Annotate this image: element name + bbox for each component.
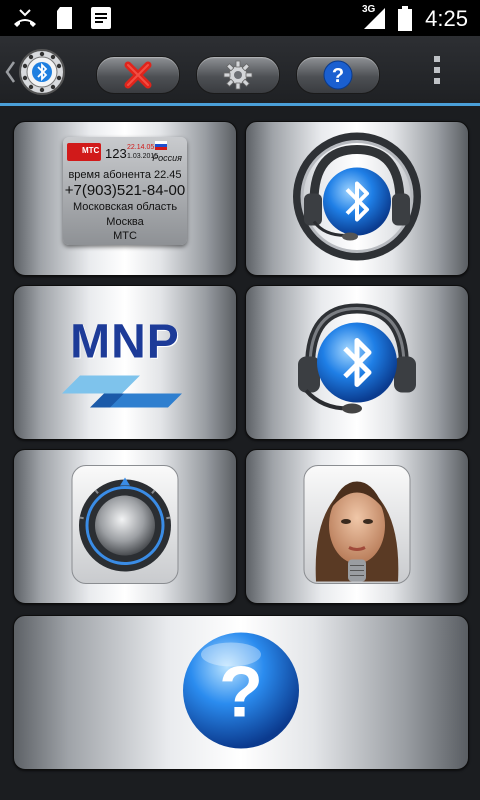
operator-info-tile[interactable]: МТС 123 22.14.05 1.03.2015 Россия время … — [13, 121, 237, 276]
headset-tile[interactable] — [245, 285, 469, 440]
russia-flag-icon — [155, 140, 167, 150]
volume-knob-icon — [71, 464, 179, 584]
status-bar: 3G 4:25 — [0, 0, 480, 36]
knob-tile[interactable] — [13, 449, 237, 604]
clock: 4:25 — [425, 6, 468, 31]
voice-assistant-face-icon — [303, 464, 411, 584]
short-number: 123 — [105, 145, 127, 161]
operator-label: МТС — [82, 145, 100, 155]
missed-call-icon — [14, 9, 36, 27]
bluetooth-headset-steering-icon — [293, 132, 421, 260]
svg-text:?: ? — [219, 652, 263, 732]
help-button[interactable]: ? — [296, 56, 380, 94]
back-chevron-icon — [5, 61, 16, 83]
gear-icon — [223, 60, 253, 90]
country-label: Россия — [152, 152, 182, 163]
settings-button[interactable] — [196, 56, 280, 94]
headset-ring-tile[interactable] — [245, 121, 469, 276]
operator-card: МТС 123 22.14.05 1.03.2015 Россия время … — [63, 136, 187, 245]
action-bar: ? — [0, 36, 480, 106]
close-icon — [124, 61, 152, 89]
help-sphere-icon: ? — [183, 632, 299, 748]
mnp-tile[interactable]: MNP — [13, 285, 237, 440]
signal-icon — [364, 8, 385, 29]
mnp-stripes-icon — [62, 375, 182, 407]
notes-icon — [91, 7, 111, 29]
battery-icon — [398, 6, 412, 31]
phone-number: +7(903)521-84-00 — [64, 181, 186, 199]
bluetooth-rotary-phone-icon — [19, 49, 65, 95]
overflow-menu-icon[interactable] — [430, 56, 444, 90]
sd-card-icon — [57, 7, 72, 29]
carrier-label: МТС — [113, 229, 137, 242]
bluetooth-headset-icon — [298, 302, 416, 413]
region-label: Московская область — [72, 200, 178, 213]
svg-text:?: ? — [332, 65, 344, 87]
subscriber-time: время абонента 22.45 — [68, 168, 182, 181]
city-label: Москва — [106, 215, 144, 228]
app-home-button[interactable] — [4, 46, 68, 98]
help-tile[interactable]: ? — [13, 615, 469, 770]
action-bar-divider — [0, 103, 480, 106]
mnp-label: MNP — [70, 315, 180, 368]
voice-tile[interactable] — [245, 449, 469, 604]
help-icon: ? — [323, 60, 353, 90]
close-button[interactable] — [96, 56, 180, 94]
